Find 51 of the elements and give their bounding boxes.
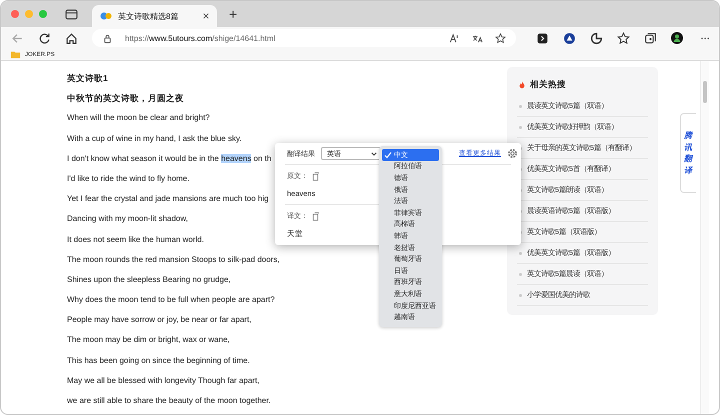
home-icon[interactable] (65, 32, 78, 44)
address-bar[interactable]: https://www.5utours.com/shige/14641.html (92, 29, 516, 47)
poem-line: When will the moon be clear and bright? (67, 112, 210, 124)
poem-line: Yet I fear the crystal and jade mansions are much too hig (67, 193, 269, 206)
poem-line: we are still able to share the beauty of the moon together. (67, 395, 271, 407)
triangle-extension-icon[interactable] (562, 32, 576, 44)
poem-line: May we all be blessed with longevity Though far apart, (67, 374, 260, 387)
bullet-icon (519, 126, 522, 128)
bullet-icon (519, 272, 522, 276)
read-aloud-icon[interactable] (448, 32, 460, 44)
poem-line: Why does the moon tend to be full when people are apart? (67, 294, 275, 306)
site-logo-icon (100, 10, 112, 22)
more-options-icon[interactable] (700, 36, 709, 40)
bullet-icon (519, 104, 522, 108)
copy-icon[interactable] (311, 212, 320, 220)
profile-avatar-icon[interactable] (670, 32, 683, 44)
scrollbar-thumb[interactable] (703, 81, 707, 103)
favorite-add-icon[interactable] (494, 32, 506, 44)
poem-line: The moon rounds the red mansion Stoops to silk-pad doors, (67, 254, 280, 266)
favorites-icon[interactable] (616, 32, 630, 44)
refresh-icon[interactable] (38, 32, 51, 44)
extension-icon[interactable] (536, 32, 549, 44)
poem-line: With a cup of wine in my hand, I ask the blue sky. (67, 132, 242, 145)
poem-line: People may have sorrow or joy, be near or far apart, (67, 314, 252, 326)
settings-icon[interactable] (507, 148, 518, 159)
poem-line: Dancing with my moon-lit shadow, (67, 213, 188, 226)
poem-line: I'd like to ride the wind to fly home. (67, 172, 190, 185)
copy-icon[interactable] (311, 172, 320, 180)
bullet-icon (519, 294, 522, 296)
flame-icon (519, 80, 525, 88)
close-icon[interactable] (203, 13, 209, 19)
article-heading: 英文诗歌1 (67, 72, 108, 85)
url-text: https://www.5utours.com/shige/14641.html (125, 34, 276, 42)
tab-title: 英文诗歌精选8篇 (118, 10, 180, 22)
poem-line: The moon may be dim or bright, wax or wane, (67, 334, 230, 346)
extension-icon[interactable] (590, 32, 603, 44)
browser-tab[interactable]: 英文诗歌精选8篇 (92, 5, 217, 27)
new-tab-button[interactable]: + (225, 7, 242, 21)
check-icon (384, 150, 392, 159)
caret-icon (371, 152, 377, 156)
poem-line: Shines upon the sleepless Bearing no grudge, (67, 274, 231, 286)
bullet-icon (519, 252, 522, 254)
sidebar-icon[interactable] (65, 8, 78, 20)
poem-line: This has been going on since the beginning of time. (67, 354, 250, 367)
poem-line: It does not seem like the human world. (67, 234, 204, 246)
article-heading: 中秋节的英文诗歌，月圆之夜 (67, 92, 184, 106)
translate-side-tab[interactable]: 腾讯翻译 (680, 113, 696, 193)
sidebar-title: 相关热搜 (530, 78, 566, 90)
collections-icon[interactable] (644, 32, 657, 44)
lock-icon (102, 32, 113, 44)
poem-line: I don't know what season it would be in the heavens on th (67, 152, 272, 165)
